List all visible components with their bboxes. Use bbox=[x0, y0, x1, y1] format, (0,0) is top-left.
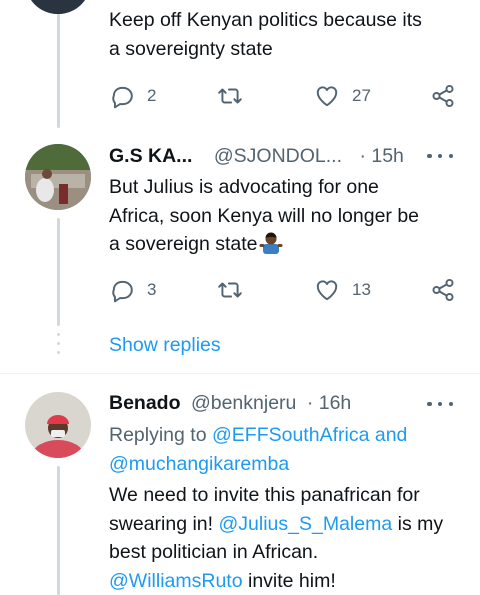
retweet-button[interactable] bbox=[217, 81, 243, 111]
share-button[interactable] bbox=[430, 275, 456, 305]
avatar[interactable] bbox=[25, 144, 91, 210]
more-icon bbox=[427, 401, 432, 407]
share-icon bbox=[430, 83, 456, 109]
user-handle[interactable]: @benknjeru bbox=[191, 392, 296, 414]
like-count: 27 bbox=[352, 86, 371, 105]
display-name[interactable]: Benado bbox=[109, 392, 181, 414]
thread-dots bbox=[56, 333, 61, 357]
thread-line-top bbox=[57, 0, 60, 128]
share-icon bbox=[430, 277, 456, 303]
tweet-actions: 3 13 bbox=[109, 275, 459, 305]
reply-icon bbox=[109, 277, 135, 303]
like-icon bbox=[314, 83, 340, 109]
like-icon bbox=[314, 277, 340, 303]
reply-icon bbox=[109, 83, 135, 109]
more-button[interactable] bbox=[427, 394, 453, 414]
thread-line-bottom bbox=[57, 466, 60, 595]
user-handle[interactable]: @SJONDOL... bbox=[214, 145, 342, 167]
tweet-header: G.S KA... @SJONDOL... · 15h bbox=[109, 141, 404, 171]
reply-count: 2 bbox=[147, 86, 157, 105]
retweet-icon bbox=[217, 277, 243, 303]
avatar[interactable] bbox=[25, 392, 91, 458]
more-icon bbox=[427, 153, 432, 159]
tweet-text: We need to invite this panafrican for sw… bbox=[109, 484, 444, 592]
display-name[interactable]: G.S KA... bbox=[109, 145, 192, 167]
reply-button[interactable]: 3 bbox=[109, 275, 156, 305]
tweet-time[interactable]: · 16h bbox=[307, 392, 351, 414]
thread-line-middle bbox=[57, 218, 60, 326]
tweet-actions: 2 27 bbox=[109, 81, 459, 111]
replying-to: Replying to @EFFSouthAfrica and @muchang… bbox=[109, 424, 408, 475]
like-button[interactable]: 27 bbox=[314, 81, 371, 111]
avatar[interactable] bbox=[25, 0, 91, 14]
like-count: 13 bbox=[352, 280, 371, 299]
tweet-text: Keep off Kenyan politics because its a s… bbox=[109, 9, 422, 60]
show-replies-link[interactable]: Show replies bbox=[109, 331, 221, 359]
mention-link[interactable]: @EFFSouthAfrica bbox=[212, 424, 369, 446]
retweet-button[interactable] bbox=[217, 275, 243, 305]
retweet-icon bbox=[217, 83, 243, 109]
reply-button[interactable]: 2 bbox=[109, 81, 156, 111]
tweet-text: But Julius is advocating for one Africa,… bbox=[109, 173, 469, 263]
divider bbox=[0, 373, 480, 374]
mention-link[interactable]: @WilliamsRuto bbox=[109, 570, 243, 592]
mention-link[interactable]: @muchangikaremba bbox=[109, 453, 289, 475]
reply-count: 3 bbox=[147, 280, 157, 299]
like-button[interactable]: 13 bbox=[314, 275, 371, 305]
more-button[interactable] bbox=[427, 146, 453, 166]
tweet-time[interactable]: · 15h bbox=[359, 145, 403, 167]
tweet-header: Benado @benknjeru · 16h bbox=[109, 388, 351, 418]
share-button[interactable] bbox=[430, 81, 456, 111]
mention-link[interactable]: @Julius_S_Malema bbox=[218, 513, 392, 535]
person-shrugging-emoji bbox=[259, 230, 283, 263]
